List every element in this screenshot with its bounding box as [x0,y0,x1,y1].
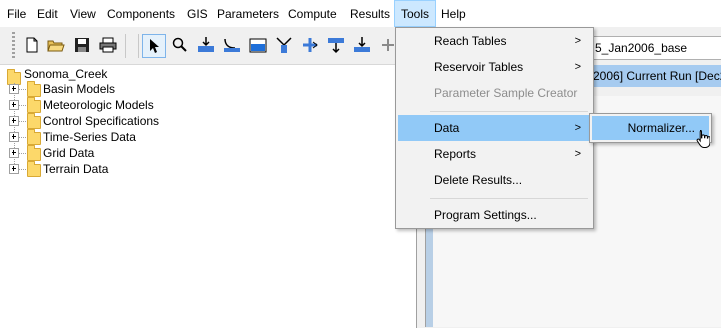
menu-item-label: Parameter Sample Creator [434,86,578,100]
toolbar-separator [138,34,139,58]
folder-icon [27,113,41,129]
add-element-icon[interactable] [196,35,216,55]
hand-cursor-icon [696,130,710,148]
toolbar-separator [125,34,126,58]
menu-bar: File Edit View Components GIS Parameters… [0,0,721,27]
menu-tools[interactable]: Tools [394,0,437,27]
menu-item-parameter-sample-creator: Parameter Sample Creator [398,80,591,106]
folder-icon [27,145,41,161]
tools-menu: Reach Tables > Reservoir Tables > Parame… [395,27,594,229]
tree-item-grid-data[interactable]: Grid Data [43,145,94,161]
menu-separator [430,111,588,112]
menu-file[interactable]: File [1,0,32,27]
diversion-icon[interactable] [274,35,294,55]
print-icon[interactable] [98,35,118,55]
menu-item-delete-results[interactable]: Delete Results... [398,167,591,193]
tree-item-time-series-data[interactable]: Time-Series Data [43,129,136,145]
menu-item-label: Data [434,121,460,135]
reservoir-icon[interactable] [248,35,268,55]
menu-item-data[interactable]: Data > [398,115,591,141]
expand-meteorologic-models[interactable] [9,100,19,110]
submenu-arrow-icon: > [574,148,581,160]
menu-parameters[interactable]: Parameters [211,0,285,27]
menu-components[interactable]: Components [101,0,181,27]
save-icon[interactable] [72,35,92,55]
menu-separator [430,198,588,199]
data-submenu: Normalizer... [589,113,712,143]
tree-connector [19,153,26,154]
expand-basin-models[interactable] [9,84,19,94]
run-tab-label[interactable]: 5_Jan2006_base [590,36,721,60]
tree-item-meteorologic-models[interactable]: Meteorologic Models [43,97,154,113]
menu-compute[interactable]: Compute [282,0,343,27]
menu-item-program-settings[interactable]: Program Settings... [398,202,591,228]
expand-time-series-data[interactable] [9,132,19,142]
source-icon[interactable] [352,35,372,55]
zoom-icon[interactable] [170,35,190,55]
toolbar-grip[interactable] [12,32,15,58]
select-arrow-icon[interactable] [142,34,166,58]
tree-connector [19,105,26,106]
tree-connector [19,121,26,122]
menu-item-reach-tables[interactable]: Reach Tables > [398,28,591,54]
menu-item-label: Program Settings... [434,208,537,222]
new-file-icon[interactable] [22,35,42,55]
menu-edit[interactable]: Edit [31,0,64,27]
menu-help[interactable]: Help [435,0,472,27]
folder-icon [27,81,41,97]
submenu-arrow-icon: > [574,122,581,134]
folder-icon [27,129,41,145]
menu-results[interactable]: Results [344,0,396,27]
menu-view[interactable]: View [64,0,102,27]
open-folder-icon[interactable] [46,35,66,55]
submenu-arrow-icon: > [574,35,581,47]
folder-icon [27,97,41,113]
menu-item-label: Reservoir Tables [434,60,524,74]
junction-icon[interactable] [300,35,320,55]
expand-grid-data[interactable] [9,148,19,158]
menu-item-label: Reports [434,147,477,161]
submenu-arrow-icon: > [574,61,581,73]
menu-item-label: Reach Tables [434,34,507,48]
menu-gis[interactable]: GIS [181,0,214,27]
menu-item-reservoir-tables[interactable]: Reservoir Tables > [398,54,591,80]
menu-item-label: Delete Results... [434,173,523,187]
tree-item-control-specifications[interactable]: Control Specifications [43,113,159,129]
folder-icon [27,161,41,177]
tree-item-terrain-data[interactable]: Terrain Data [43,161,108,177]
connect-icon[interactable] [222,35,242,55]
menu-item-reports[interactable]: Reports > [398,141,591,167]
expand-terrain-data[interactable] [9,164,19,174]
expand-control-specifications[interactable] [9,116,19,126]
tree-root-label[interactable]: Sonoma_Creek [24,66,107,82]
menu-item-normalizer[interactable]: Normalizer... [592,116,709,140]
sink-icon[interactable] [326,35,346,55]
tree-connector [19,89,26,90]
current-run-row[interactable]: 2006] Current Run [Dec2 [590,65,721,87]
tree-item-basin-models[interactable]: Basin Models [43,81,115,97]
tree-connector [19,137,26,138]
tree-connector [19,169,26,170]
